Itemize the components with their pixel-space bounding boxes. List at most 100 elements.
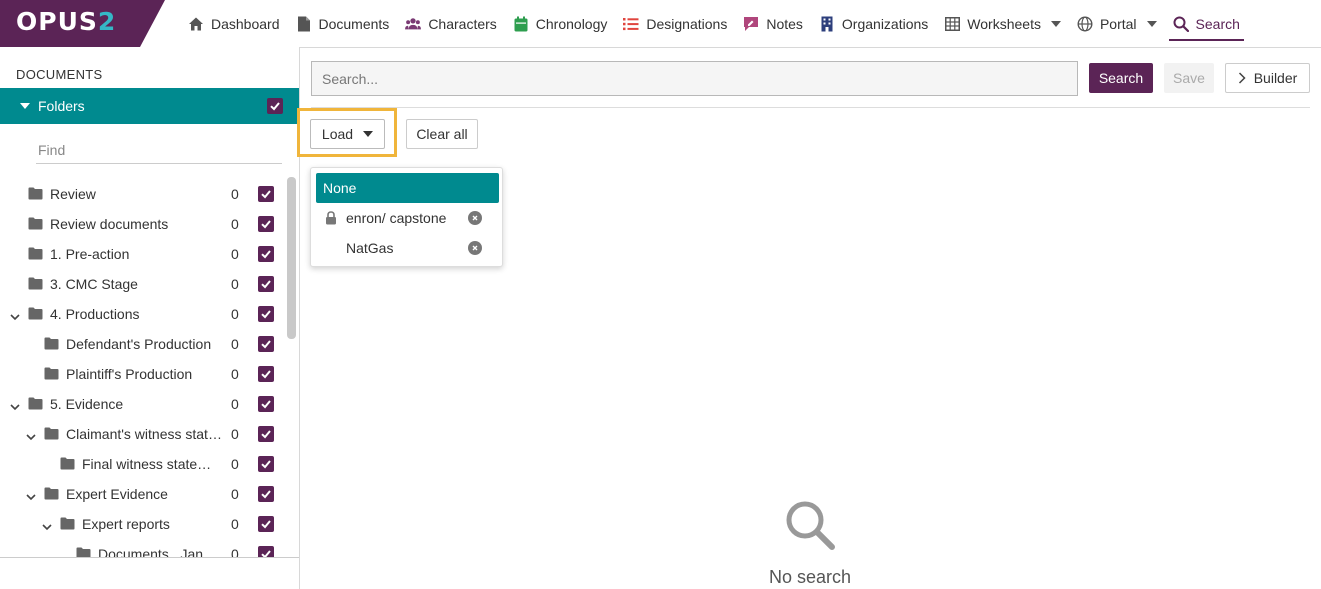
chevron-down-icon[interactable] xyxy=(26,429,36,441)
folder-name: Claimant's witness statements xyxy=(66,426,222,442)
tree-scrollbar[interactable] xyxy=(287,177,296,339)
top-navigation-bar: OPUS2 Dashboard Documents Characters Chrono… xyxy=(0,0,1321,47)
folder-icon xyxy=(28,247,43,260)
folder-find-input[interactable] xyxy=(36,136,282,164)
nav-label: Portal xyxy=(1099,15,1137,32)
calendar-icon xyxy=(513,16,529,32)
builder-button[interactable]: Builder xyxy=(1225,63,1310,93)
load-menu-item[interactable]: NatGas xyxy=(316,233,499,263)
nav-label: Dashboard xyxy=(211,15,280,32)
folder-count: 0 xyxy=(231,456,239,472)
caret-down-icon[interactable] xyxy=(20,103,30,109)
nav-worksheets[interactable]: Worksheets xyxy=(936,0,1069,47)
folder-checkbox[interactable] xyxy=(258,276,274,292)
folders-label: Folders xyxy=(38,98,85,114)
folder-checkbox[interactable] xyxy=(258,486,274,502)
lock-icon xyxy=(325,211,337,228)
folder-row[interactable]: Final witness statements 0 xyxy=(0,449,285,479)
folder-row[interactable]: Claimant's witness statements 0 xyxy=(0,419,285,449)
folder-checkbox[interactable] xyxy=(258,336,274,352)
chevron-down-icon[interactable] xyxy=(10,309,20,321)
chevron-down-icon[interactable] xyxy=(26,489,36,501)
load-menu-item-label: NatGas xyxy=(346,240,394,256)
logo-main-text: OPUS xyxy=(16,7,98,36)
folder-count: 0 xyxy=(231,396,239,412)
main-nav: Dashboard Documents Characters Chronology De… xyxy=(180,0,1248,47)
builder-button-label: Builder xyxy=(1253,70,1298,86)
folder-row[interactable]: 3. CMC Stage 0 xyxy=(0,269,285,299)
folder-icon xyxy=(28,397,43,410)
nav-label: Characters xyxy=(428,15,497,32)
clear-all-button[interactable]: Clear all xyxy=(406,119,478,149)
nav-chronology[interactable]: Chronology xyxy=(505,0,616,47)
nav-dashboard[interactable]: Dashboard xyxy=(180,0,288,47)
caret-down-icon[interactable] xyxy=(1050,20,1061,27)
folder-row[interactable]: Documents...Jan 0 xyxy=(0,539,285,557)
folder-icon xyxy=(44,427,59,440)
folder-checkbox[interactable] xyxy=(258,396,274,412)
search-button[interactable]: Search xyxy=(1089,63,1153,93)
folder-count: 0 xyxy=(231,276,239,292)
folder-row[interactable]: 5. Evidence 0 xyxy=(0,389,285,419)
remove-icon[interactable] xyxy=(468,211,482,225)
top-border xyxy=(300,47,1321,48)
folder-row[interactable]: Review documents 0 xyxy=(0,209,285,239)
opus2-logo[interactable]: OPUS2 xyxy=(0,0,165,47)
folder-checkbox[interactable] xyxy=(258,246,274,262)
folder-row[interactable]: Defendant's Production 0 xyxy=(0,329,285,359)
folder-checkbox[interactable] xyxy=(258,426,274,442)
folder-tree: Review 0 Review documents 0 1. Pre-action 0 3.… xyxy=(0,179,285,557)
folder-icon xyxy=(44,487,59,500)
users-icon xyxy=(405,16,422,32)
load-menu-item[interactable]: enron/ capstone xyxy=(316,203,499,233)
nav-notes[interactable]: Notes xyxy=(735,0,811,47)
toolbar-divider xyxy=(311,107,1310,108)
search-icon xyxy=(786,501,835,550)
folder-row[interactable]: Plaintiff's Production 0 xyxy=(0,359,285,389)
folder-icon xyxy=(44,367,59,380)
nav-characters[interactable]: Characters xyxy=(397,0,504,47)
load-button[interactable]: Load xyxy=(310,119,385,149)
nav-label: Worksheets xyxy=(967,15,1041,32)
folder-row[interactable]: 1. Pre-action 0 xyxy=(0,239,285,269)
folder-count: 0 xyxy=(231,426,239,442)
folder-icon xyxy=(28,217,43,230)
nav-label: Notes xyxy=(766,15,803,32)
folder-checkbox[interactable] xyxy=(258,546,274,557)
logo-number-text: 2 xyxy=(97,7,117,36)
folder-row[interactable]: Expert reports 0 xyxy=(0,509,285,539)
save-button[interactable]: Save xyxy=(1164,63,1214,93)
load-menu-item-label: None xyxy=(323,180,357,196)
folder-checkbox[interactable] xyxy=(258,516,274,532)
chevron-down-icon[interactable] xyxy=(10,399,20,411)
list-icon xyxy=(623,16,639,32)
folder-checkbox[interactable] xyxy=(258,216,274,232)
folders-checkbox[interactable] xyxy=(267,98,283,114)
nav-portal[interactable]: Portal xyxy=(1069,0,1165,47)
folder-row[interactable]: 4. Productions 0 xyxy=(0,299,285,329)
folder-name: 4. Productions xyxy=(50,306,140,322)
folder-checkbox[interactable] xyxy=(258,186,274,202)
folder-checkbox[interactable] xyxy=(258,366,274,382)
chevron-down-icon[interactable] xyxy=(42,519,52,531)
load-menu-item[interactable]: None xyxy=(316,173,499,203)
nav-documents[interactable]: Documents xyxy=(288,0,398,47)
folder-row[interactable]: Expert Evidence 0 xyxy=(0,479,285,509)
nav-search[interactable]: Search xyxy=(1165,0,1248,47)
folder-name: Documents...Jan xyxy=(98,546,204,557)
search-main: Search Save Builder Load Clear all None e… xyxy=(297,47,1321,589)
checkmark-icon xyxy=(270,102,280,111)
caret-down-icon[interactable] xyxy=(1146,20,1157,27)
folder-checkbox[interactable] xyxy=(258,456,274,472)
folder-count: 0 xyxy=(231,546,239,557)
folder-checkbox[interactable] xyxy=(258,306,274,322)
remove-icon[interactable] xyxy=(468,241,482,255)
folder-count: 0 xyxy=(231,516,239,532)
folder-row[interactable]: Review 0 xyxy=(0,179,285,209)
nav-organizations[interactable]: Organizations xyxy=(811,0,936,47)
logo-text: OPUS2 xyxy=(16,7,116,36)
folder-count: 0 xyxy=(231,336,239,352)
nav-designations[interactable]: Designations xyxy=(615,0,735,47)
folders-header[interactable]: Folders xyxy=(0,88,299,124)
search-input[interactable] xyxy=(311,61,1078,96)
